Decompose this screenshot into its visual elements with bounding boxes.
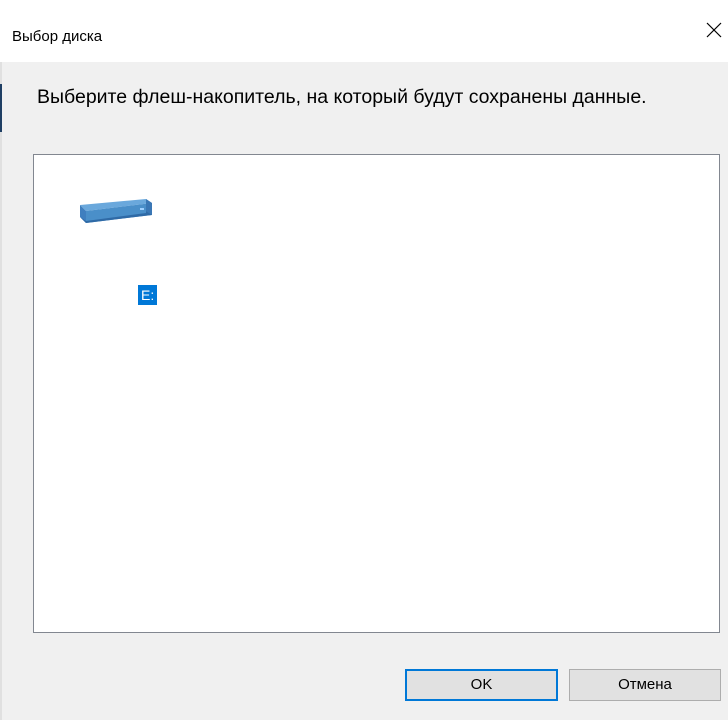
ok-button[interactable]: OK [405, 669, 558, 701]
drive-item-e[interactable]: E: [74, 195, 158, 305]
window-edge [0, 62, 2, 720]
instruction-text: Выберите флеш-накопитель, на который буд… [37, 86, 647, 108]
title-bar: Выбор диска [0, 0, 728, 62]
drive-icon [80, 199, 152, 223]
close-icon [706, 22, 722, 38]
window-title: Выбор диска [12, 28, 103, 45]
cancel-button[interactable]: Отмена [569, 669, 721, 701]
drive-list[interactable]: E: [33, 154, 720, 633]
close-button[interactable] [700, 16, 728, 44]
drive-selection-dialog: Выбор диска Выберите флеш-накопитель, на… [0, 0, 728, 720]
drive-label: E: [138, 285, 158, 305]
